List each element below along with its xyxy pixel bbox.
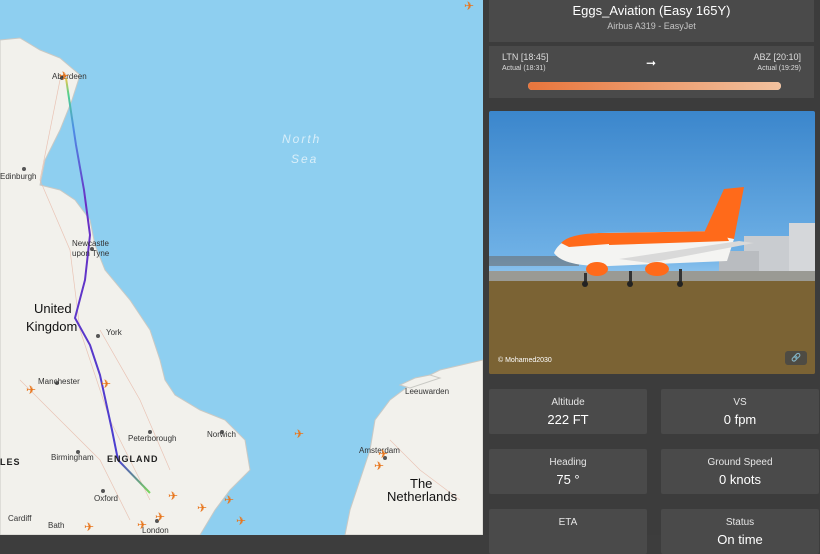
city-label-peterborough: Peterborough xyxy=(128,434,177,443)
stat-card-status: Status On time xyxy=(661,509,819,554)
origin-label: LTN [18:45] xyxy=(502,52,549,62)
airplane-icon[interactable]: ✈ xyxy=(101,378,113,390)
stat-label: Status xyxy=(725,517,755,528)
airplane-icon[interactable]: ✈ xyxy=(59,70,71,82)
city-label-edinburgh: Edinburgh xyxy=(0,172,37,181)
route-arrow-icon: ➞ xyxy=(646,56,657,70)
airplane-icon[interactable]: ✈ xyxy=(197,502,209,514)
photo-credit: © Mohamed2030 xyxy=(498,357,552,364)
stat-card-altitude: Altitude 222 FT xyxy=(489,389,647,434)
airplane-icon[interactable]: ✈ xyxy=(84,521,96,533)
stat-card-vs: VS 0 fpm xyxy=(661,389,819,434)
region-label-wales: LES xyxy=(0,457,21,467)
destination-label: ABZ [20:10] xyxy=(753,52,801,62)
city-label-bath: Bath xyxy=(48,521,65,530)
sea-label-sea: Sea xyxy=(291,152,319,166)
flight-subtitle: Airbus A319 - EasyJet xyxy=(607,21,696,31)
airplane-icon[interactable]: ✈ xyxy=(378,448,390,460)
stat-card-eta: ETA xyxy=(489,509,647,554)
flight-progress-fill xyxy=(528,82,781,90)
city-label-manchester: Manchester xyxy=(38,377,80,386)
stat-value: 0 knots xyxy=(719,472,761,487)
route-card: LTN [18:45] Actual (18:31) ➞ ABZ [20:10]… xyxy=(489,46,814,98)
city-label-norwich: Norwich xyxy=(207,430,236,439)
airplane-icon[interactable]: ✈ xyxy=(168,490,180,502)
country-label-uk-1: United xyxy=(34,301,72,316)
city-label-cardiff: Cardiff xyxy=(8,514,32,523)
origin-actual: Actual (18:31) xyxy=(502,65,546,72)
city-label-oxford: Oxford xyxy=(94,494,119,503)
stat-label: ETA xyxy=(558,517,578,528)
stat-value: On time xyxy=(717,532,763,547)
stat-value: 0 fpm xyxy=(723,412,757,427)
airplane-icon[interactable]: ✈ xyxy=(137,519,149,531)
airplane-icon[interactable]: ✈ xyxy=(374,460,386,472)
city-dot-york xyxy=(96,334,100,338)
city-label-birmingham: Birmingham xyxy=(51,453,94,462)
stat-label: VS xyxy=(733,397,747,408)
aircraft-photo[interactable]: © Mohamed2030 🔗 xyxy=(489,111,815,374)
city-label-york: York xyxy=(106,328,122,337)
flight-header: Eggs_Aviation (Easy 165Y) Airbus A319 - … xyxy=(489,0,814,42)
flight-map[interactable]: North Sea United Kingdom ENGLAND LES The… xyxy=(0,0,483,535)
flight-info-panel: Eggs_Aviation (Easy 165Y) Airbus A319 - … xyxy=(483,0,820,554)
region-label-england: ENGLAND xyxy=(107,454,159,464)
stat-card-heading: Heading 75 ° xyxy=(489,449,647,494)
aircraft-photo-image xyxy=(489,187,815,374)
airplane-icon[interactable]: ✈ xyxy=(236,515,248,527)
stat-value: 222 FT xyxy=(547,412,589,427)
flight-title: Eggs_Aviation (Easy 165Y) xyxy=(572,3,731,18)
airplane-icon[interactable]: ✈ xyxy=(26,384,38,396)
stat-label: Heading xyxy=(549,457,587,468)
sea-label-north: North xyxy=(282,132,322,146)
city-label-leeuwarden: Leeuwarden xyxy=(405,387,450,396)
flight-progress-bar xyxy=(528,82,781,90)
stat-value: 75 ° xyxy=(556,472,580,487)
airplane-icon[interactable]: ✈ xyxy=(464,0,476,12)
airplane-icon[interactable]: ✈ xyxy=(224,494,236,506)
stat-label: Altitude xyxy=(551,397,585,408)
country-label-nl-2: Netherlands xyxy=(387,489,458,504)
city-dot-edinburgh xyxy=(22,167,26,171)
photo-link-button[interactable]: 🔗 xyxy=(785,351,807,365)
city-label-newcastle-2: upon Tyne xyxy=(72,249,110,258)
stat-card-ground-speed: Ground Speed 0 knots xyxy=(661,449,819,494)
country-label-uk-2: Kingdom xyxy=(26,319,78,334)
destination-actual: Actual (19:29) xyxy=(757,65,801,72)
city-dot-oxford xyxy=(101,489,105,493)
link-icon: 🔗 xyxy=(791,353,801,362)
airplane-icon[interactable]: ✈ xyxy=(155,511,167,523)
airplane-icon[interactable]: ✈ xyxy=(294,428,306,440)
city-label-newcastle-1: Newcastle xyxy=(72,239,109,248)
stat-label: Ground Speed xyxy=(707,457,773,468)
